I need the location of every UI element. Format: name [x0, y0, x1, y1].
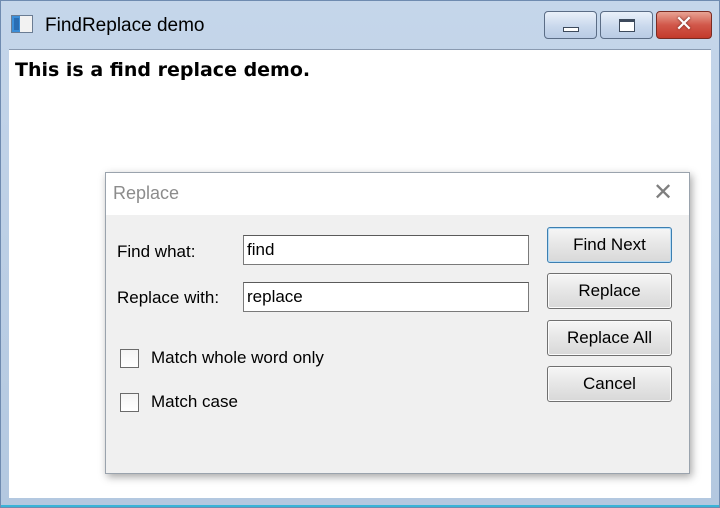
- replace-all-button[interactable]: Replace All: [547, 320, 672, 356]
- window-bottom-border: [1, 498, 719, 507]
- close-button[interactable]: ✕: [656, 11, 712, 39]
- replace-button[interactable]: Replace: [547, 273, 672, 309]
- replace-with-label: Replace with:: [117, 288, 220, 307]
- maximize-button[interactable]: [600, 11, 653, 39]
- minimize-icon: [562, 26, 579, 32]
- close-icon: ✕: [674, 12, 694, 37]
- match-case-option[interactable]: Match case: [120, 392, 238, 412]
- replace-dialog: Replace ✕ Find what: Replace with: Match…: [105, 172, 690, 474]
- dialog-title: Replace: [113, 183, 180, 203]
- match-case-label[interactable]: Match case: [151, 392, 238, 412]
- match-whole-word-checkbox[interactable]: [120, 348, 139, 368]
- cancel-button[interactable]: Cancel: [547, 366, 672, 402]
- app-icon[interactable]: [11, 15, 33, 33]
- match-whole-word-label[interactable]: Match whole word only: [151, 348, 324, 368]
- replace-with-input[interactable]: [243, 282, 529, 312]
- dialog-titlebar[interactable]: Replace ✕: [106, 173, 689, 215]
- demo-text: This is a find replace demo.: [15, 59, 311, 81]
- window-title: FindReplace demo: [45, 15, 205, 36]
- maximize-icon: [618, 18, 635, 32]
- match-whole-word-option[interactable]: Match whole word only: [120, 348, 324, 368]
- dialog-close-icon[interactable]: ✕: [651, 180, 675, 204]
- match-case-checkbox[interactable]: [120, 392, 139, 412]
- find-what-label: Find what:: [117, 242, 196, 261]
- find-next-button[interactable]: Find Next: [547, 227, 672, 263]
- minimize-button[interactable]: [544, 11, 597, 39]
- window-titlebar[interactable]: FindReplace demo ✕: [1, 1, 719, 49]
- find-what-input[interactable]: [243, 235, 529, 265]
